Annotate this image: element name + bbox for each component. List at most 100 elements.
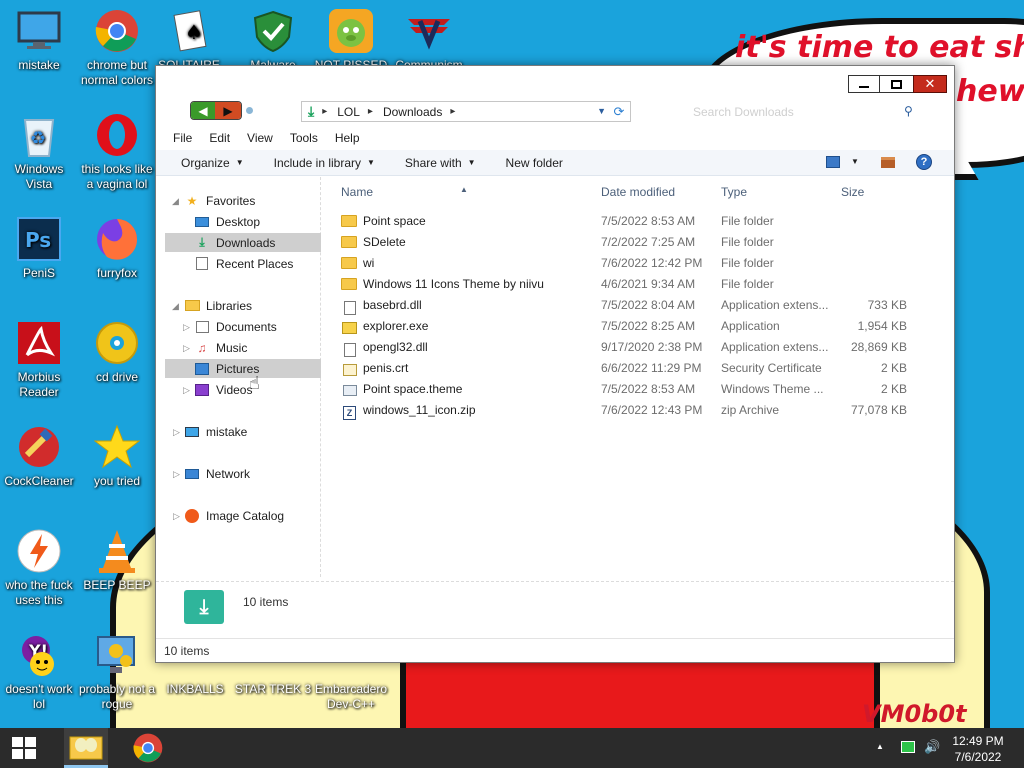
desktop-icon-morbius-reader[interactable]: Morbius Reader [0, 320, 78, 400]
desktop-icon-chrome[interactable]: chrome but normal colors [78, 8, 156, 88]
expand-arrow-icon[interactable]: ▷ [173, 469, 180, 480]
chrome-icon [94, 8, 140, 54]
file-row[interactable]: SDelete 7/2/2022 7:25 AM File folder [322, 231, 954, 252]
breadcrumb-lol[interactable]: LOL [337, 105, 360, 119]
nav-desktop[interactable]: Desktop [194, 212, 260, 231]
address-dropdown-icon[interactable]: ▼ [597, 106, 606, 116]
recent-locations-icon[interactable] [246, 107, 253, 114]
close-button[interactable]: ✕ [913, 75, 947, 93]
collapse-arrow-icon[interactable]: ◢ [172, 196, 179, 207]
share-with-button[interactable]: Share with ▼ [405, 156, 476, 170]
expand-arrow-icon[interactable]: ▷ [183, 385, 190, 396]
breadcrumb-downloads[interactable]: Downloads [383, 105, 442, 119]
include-in-library-button[interactable]: Include in library ▼ [274, 156, 375, 170]
volume-icon[interactable]: 🔊 [924, 739, 940, 755]
nav-documents[interactable]: Documents [194, 317, 277, 336]
nav-mistake[interactable]: mistake [184, 422, 247, 441]
menu-help[interactable]: Help [335, 131, 360, 145]
column-header-type[interactable]: Type [721, 185, 747, 199]
nav-videos[interactable]: Videos [194, 380, 252, 399]
desktop-icon-not-pissed[interactable]: NOT PISSED [312, 8, 390, 73]
window-titlebar[interactable]: ✕ [156, 66, 954, 94]
column-header-date[interactable]: Date modified [601, 185, 675, 199]
file-date: 7/2/2022 7:25 AM [601, 235, 696, 249]
nav-pictures[interactable]: Pictures [165, 359, 321, 378]
network-tray-icon[interactable] [901, 741, 915, 753]
downloads-folder-icon: ⤓ [184, 590, 224, 624]
desktop-icon-malware[interactable]: Malware [234, 8, 312, 73]
search-input[interactable]: Search Downloads [686, 101, 926, 122]
menu-file[interactable]: File [173, 131, 192, 145]
desktop-icon-windows-vista[interactable]: ♻ Windows Vista [0, 112, 78, 192]
desktop-icon-communism[interactable]: Communism [390, 8, 468, 73]
nav-favorites[interactable]: ★ Favorites [184, 191, 256, 210]
breadcrumb-arrow-icon[interactable]: ▸ [450, 106, 455, 117]
chevron-down-icon: ▼ [367, 158, 375, 167]
nav-music[interactable]: ♫ Music [194, 338, 248, 357]
nav-image-catalog[interactable]: Image Catalog [184, 506, 284, 525]
desktop-icon-cockcleaner[interactable]: CockCleaner [0, 424, 78, 489]
collapse-arrow-icon[interactable]: ◢ [172, 301, 179, 312]
file-row[interactable]: Z windows_11_icon.zip 7/6/2022 12:43 PM … [322, 399, 954, 420]
nav-downloads[interactable]: ⤓ Downloads [165, 233, 321, 252]
file-row[interactable]: Point space 7/5/2022 8:53 AM File folder [322, 210, 954, 231]
folder-icon [341, 257, 357, 269]
breadcrumb-arrow-icon[interactable]: ▸ [322, 106, 327, 117]
taskbar-file-explorer[interactable] [64, 728, 108, 768]
change-view-icon[interactable] [826, 156, 840, 168]
taskbar-chrome[interactable] [126, 728, 170, 768]
search-icon[interactable]: ⚲ [904, 104, 913, 118]
expand-arrow-icon[interactable]: ▷ [173, 511, 180, 522]
start-button[interactable] [12, 737, 36, 759]
file-size: 77,078 KB [850, 403, 907, 417]
breadcrumb-arrow-icon[interactable]: ▸ [368, 106, 373, 117]
desktop-icon-you-tried[interactable]: you tried [78, 424, 156, 489]
desktop-icon-probably-not-a-rogue[interactable]: probably not a rogue [78, 632, 156, 712]
file-row[interactable]: opengl32.dll 9/17/2020 2:38 PM Applicati… [322, 336, 954, 357]
file-row[interactable]: Point space.theme 7/5/2022 8:53 AM Windo… [322, 378, 954, 399]
file-type: zip Archive [721, 403, 780, 417]
wallpaper-signature: VM0b0t [862, 700, 967, 728]
desktop-icon-beep-beep[interactable]: BEEP BEEP [78, 528, 156, 593]
column-header-size[interactable]: Size [841, 185, 864, 199]
taskbar-clock[interactable]: 12:49 PM 7/6/2022 [948, 733, 1008, 765]
desktop-icon-penis-photoshop[interactable]: Ps PeniS [0, 216, 78, 281]
file-row[interactable]: wi 7/6/2022 12:42 PM File folder [322, 252, 954, 273]
desktop-icon-solitaire[interactable]: ♠ SOLITAIRE [150, 8, 228, 73]
minimize-button[interactable] [848, 75, 880, 93]
include-label: Include in library [273, 155, 361, 170]
organize-button[interactable]: Organize ▼ [181, 156, 244, 170]
show-hidden-icons-icon[interactable]: ▲ [876, 742, 884, 751]
desktop-icon-cd-drive[interactable]: cd drive [78, 320, 156, 385]
file-type: Security Certificate [721, 361, 822, 375]
expand-arrow-icon[interactable]: ▷ [183, 322, 190, 333]
nav-label: Libraries [206, 298, 253, 313]
forward-button[interactable]: ▶ [215, 102, 241, 119]
preview-pane-icon[interactable] [881, 157, 895, 168]
desktop-icon-mistake[interactable]: mistake [0, 8, 78, 73]
refresh-icon[interactable]: ⟳ [611, 104, 627, 119]
file-row[interactable]: Windows 11 Icons Theme by niivu 4/6/2021… [322, 273, 954, 294]
column-header-name[interactable]: Name [341, 185, 373, 199]
file-row[interactable]: basebrd.dll 7/5/2022 8:04 AM Application… [322, 294, 954, 315]
desktop-icon-opera[interactable]: this looks like a vagina lol [78, 112, 156, 192]
menu-edit[interactable]: Edit [209, 131, 230, 145]
view-options-chevron-icon[interactable]: ▼ [851, 157, 859, 166]
nav-libraries[interactable]: Libraries [184, 296, 252, 315]
expand-arrow-icon[interactable]: ▷ [183, 343, 190, 354]
desktop-icon-yahoo[interactable]: Y! doesn't work lol [0, 632, 78, 712]
expand-arrow-icon[interactable]: ▷ [173, 427, 180, 438]
new-folder-button[interactable]: New folder [506, 156, 563, 170]
desktop-icon-furryfox[interactable]: furryfox [78, 216, 156, 281]
help-icon[interactable]: ? [916, 154, 932, 170]
nav-recent-places[interactable]: Recent Places [194, 254, 293, 273]
address-bar[interactable]: ⤓ ▸ LOL ▸ Downloads ▸ ▼ ⟳ [301, 101, 631, 122]
maximize-button[interactable] [879, 75, 914, 93]
nav-network[interactable]: Network [184, 464, 250, 483]
file-row[interactable]: penis.crt 6/6/2022 11:29 PM Security Cer… [322, 357, 954, 378]
menu-view[interactable]: View [247, 131, 273, 145]
desktop-icon-who-uses-this[interactable]: who the fuck uses this [0, 528, 78, 608]
menu-tools[interactable]: Tools [290, 131, 318, 145]
file-row[interactable]: explorer.exe 7/5/2022 8:25 AM Applicatio… [322, 315, 954, 336]
back-button[interactable]: ◀ [191, 102, 215, 119]
